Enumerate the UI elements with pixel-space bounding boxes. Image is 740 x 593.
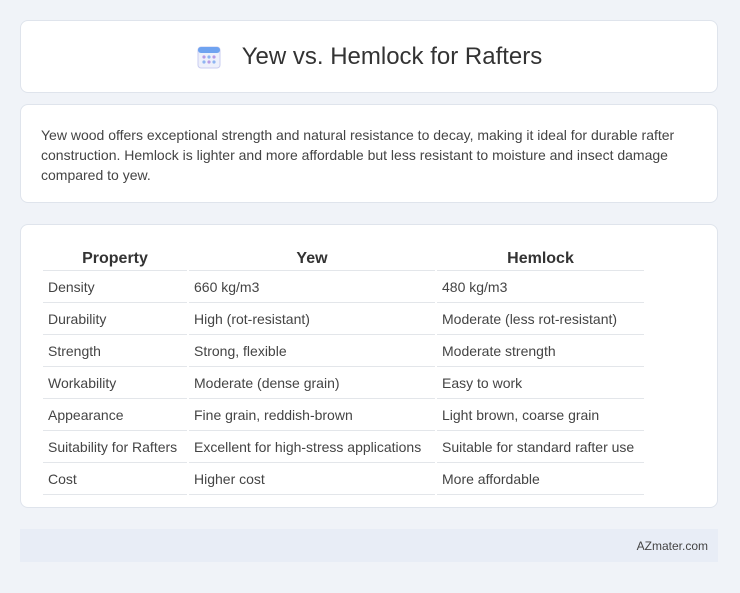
table-cell: Light brown, coarse grain xyxy=(437,401,644,431)
table-row: Strength Strong, flexible Moderate stren… xyxy=(43,337,644,367)
table-cell: Moderate (dense grain) xyxy=(189,369,435,399)
table-cell: Density xyxy=(43,273,187,303)
page-title: Yew vs. Hemlock for Rafters xyxy=(241,42,543,70)
table-cell: Strong, flexible xyxy=(189,337,435,367)
column-header-yew: Yew xyxy=(189,247,435,271)
comparison-card: Property Yew Hemlock Density 660 kg/m3 4… xyxy=(20,224,718,508)
table-cell: Suitable for standard rafter use xyxy=(437,433,644,463)
summary-card: Yew wood offers exceptional strength and… xyxy=(20,104,718,203)
column-header-property: Property xyxy=(43,247,187,271)
table-row: Durability High (rot-resistant) Moderate… xyxy=(43,305,644,335)
title-card: Yew vs. Hemlock for Rafters xyxy=(20,20,718,93)
table-cell: Suitability for Rafters xyxy=(43,433,187,463)
table-cell: Easy to work xyxy=(437,369,644,399)
footer-site-name[interactable]: AZmater.com xyxy=(637,539,708,553)
table-cell: Moderate strength xyxy=(437,337,644,367)
summary-text: Yew wood offers exceptional strength and… xyxy=(41,127,675,183)
calendar-icon xyxy=(197,46,221,68)
table-cell: Durability xyxy=(43,305,187,335)
footer: AZmater.com xyxy=(20,529,718,562)
table-cell: 660 kg/m3 xyxy=(189,273,435,303)
table-row: Workability Moderate (dense grain) Easy … xyxy=(43,369,644,399)
table-cell: More affordable xyxy=(437,465,644,495)
table-cell: High (rot-resistant) xyxy=(189,305,435,335)
table-cell: 480 kg/m3 xyxy=(437,273,644,303)
column-header-hemlock: Hemlock xyxy=(437,247,644,271)
table-row: Cost Higher cost More affordable xyxy=(43,465,644,495)
table-cell: Moderate (less rot-resistant) xyxy=(437,305,644,335)
comparison-table: Property Yew Hemlock Density 660 kg/m3 4… xyxy=(41,245,646,497)
table-row: Appearance Fine grain, reddish-brown Lig… xyxy=(43,401,644,431)
table-cell: Excellent for high-stress applications xyxy=(189,433,435,463)
table-cell: Fine grain, reddish-brown xyxy=(189,401,435,431)
table-cell: Higher cost xyxy=(189,465,435,495)
table-cell: Strength xyxy=(43,337,187,367)
table-cell: Workability xyxy=(43,369,187,399)
table-cell: Cost xyxy=(43,465,187,495)
table-row: Suitability for Rafters Excellent for hi… xyxy=(43,433,644,463)
table-header-row: Property Yew Hemlock xyxy=(43,247,644,271)
table-cell: Appearance xyxy=(43,401,187,431)
table-row: Density 660 kg/m3 480 kg/m3 xyxy=(43,273,644,303)
